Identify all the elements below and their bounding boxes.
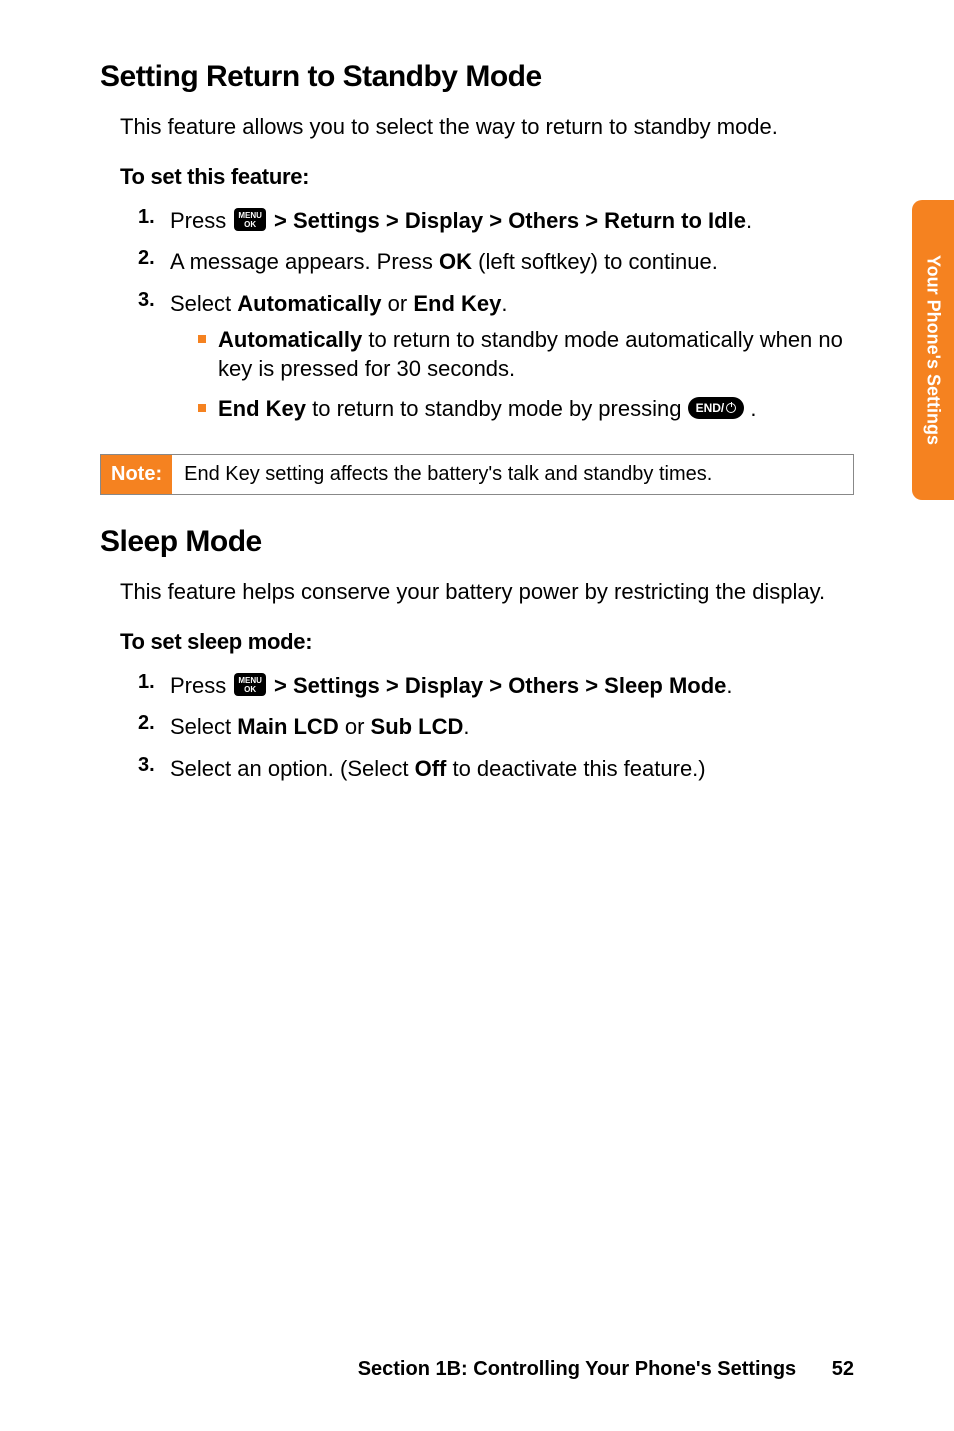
menu-ok-icon: MENUOK: [234, 673, 266, 696]
intro-standby: This feature allows you to select the wa…: [120, 112, 854, 142]
step-body: Select Main LCD or Sub LCD.: [170, 712, 854, 742]
note-label: Note:: [101, 455, 172, 494]
step-2: 2. Select Main LCD or Sub LCD.: [138, 712, 854, 742]
text: .: [746, 208, 752, 233]
step-body: Press MENUOK > Settings > Display > Othe…: [170, 671, 854, 701]
note-text: End Key setting affects the battery's ta…: [172, 455, 853, 494]
text: or: [339, 714, 371, 739]
option-label: Automatically: [218, 327, 362, 352]
text: to return to standby mode by pressing: [306, 396, 688, 421]
step-2: 2. A message appears. Press OK (left sof…: [138, 247, 854, 277]
menu-ok-icon: MENUOK: [234, 208, 266, 231]
text: A message appears. Press: [170, 249, 439, 274]
page-content: Your Phone's Settings Setting Return to …: [0, 0, 954, 1431]
bullet-icon: [198, 335, 206, 343]
softkey-label: OK: [439, 249, 472, 274]
step-3: 3. Select an option. (Select Off to deac…: [138, 754, 854, 784]
nav-path: > Settings > Display > Others > Return t…: [274, 208, 746, 233]
text: Press: [170, 673, 232, 698]
step-number: 2.: [138, 247, 170, 277]
page-footer: Section 1B: Controlling Your Phone's Set…: [100, 1358, 854, 1381]
sub-body: End Key to return to standby mode by pre…: [218, 394, 854, 424]
option-label: Main LCD: [237, 714, 338, 739]
intro-sleep: This feature helps conserve your battery…: [120, 577, 854, 607]
text: (left softkey) to continue.: [472, 249, 718, 274]
side-tab: Your Phone's Settings: [912, 200, 954, 500]
option-label: End Key: [218, 396, 306, 421]
footer-section: Section 1B: Controlling Your Phone's Set…: [358, 1358, 797, 1380]
step-1: 1. Press MENUOK > Settings > Display > O…: [138, 206, 854, 236]
text: .: [726, 673, 732, 698]
step-body: Select an option. (Select Off to deactiv…: [170, 754, 854, 784]
sub-body: Automatically to return to standby mode …: [218, 325, 854, 384]
option-label: End Key: [413, 291, 501, 316]
list-item: Automatically to return to standby mode …: [198, 325, 854, 384]
step-body: Press MENUOK > Settings > Display > Othe…: [170, 206, 854, 236]
step-body: Select Automatically or End Key. Automat…: [170, 289, 854, 434]
step-number: 1.: [138, 206, 170, 236]
text: Press: [170, 208, 232, 233]
text: to deactivate this feature.): [446, 756, 705, 781]
text: Select an option. (Select: [170, 756, 415, 781]
nav-path: > Settings > Display > Others > Sleep Mo…: [274, 673, 726, 698]
step-number: 2.: [138, 712, 170, 742]
text: .: [501, 291, 507, 316]
bullet-icon: [198, 404, 206, 412]
sublist: Automatically to return to standby mode …: [170, 325, 854, 424]
step-1: 1. Press MENUOK > Settings > Display > O…: [138, 671, 854, 701]
subhead-sleep: To set sleep mode:: [120, 629, 854, 655]
page-number: 52: [832, 1358, 854, 1380]
step-number: 3.: [138, 754, 170, 784]
list-item: End Key to return to standby mode by pre…: [198, 394, 854, 424]
text: or: [382, 291, 414, 316]
text: .: [744, 396, 756, 421]
text: Select: [170, 714, 237, 739]
step-3: 3. Select Automatically or End Key. Auto…: [138, 289, 854, 434]
text: Select: [170, 291, 237, 316]
steps-standby: 1. Press MENUOK > Settings > Display > O…: [138, 206, 854, 434]
steps-sleep: 1. Press MENUOK > Settings > Display > O…: [138, 671, 854, 784]
heading-standby: Setting Return to Standby Mode: [100, 60, 854, 94]
step-number: 3.: [138, 289, 170, 434]
end-power-icon: END/: [688, 397, 745, 419]
side-tab-label: Your Phone's Settings: [923, 255, 944, 445]
option-label: Sub LCD: [371, 714, 464, 739]
heading-sleep: Sleep Mode: [100, 525, 854, 559]
step-body: A message appears. Press OK (left softke…: [170, 247, 854, 277]
step-number: 1.: [138, 671, 170, 701]
subhead-standby: To set this feature:: [120, 164, 854, 190]
note-box: Note: End Key setting affects the batter…: [100, 454, 854, 495]
option-label: Automatically: [237, 291, 381, 316]
option-label: Off: [415, 756, 447, 781]
text: .: [463, 714, 469, 739]
